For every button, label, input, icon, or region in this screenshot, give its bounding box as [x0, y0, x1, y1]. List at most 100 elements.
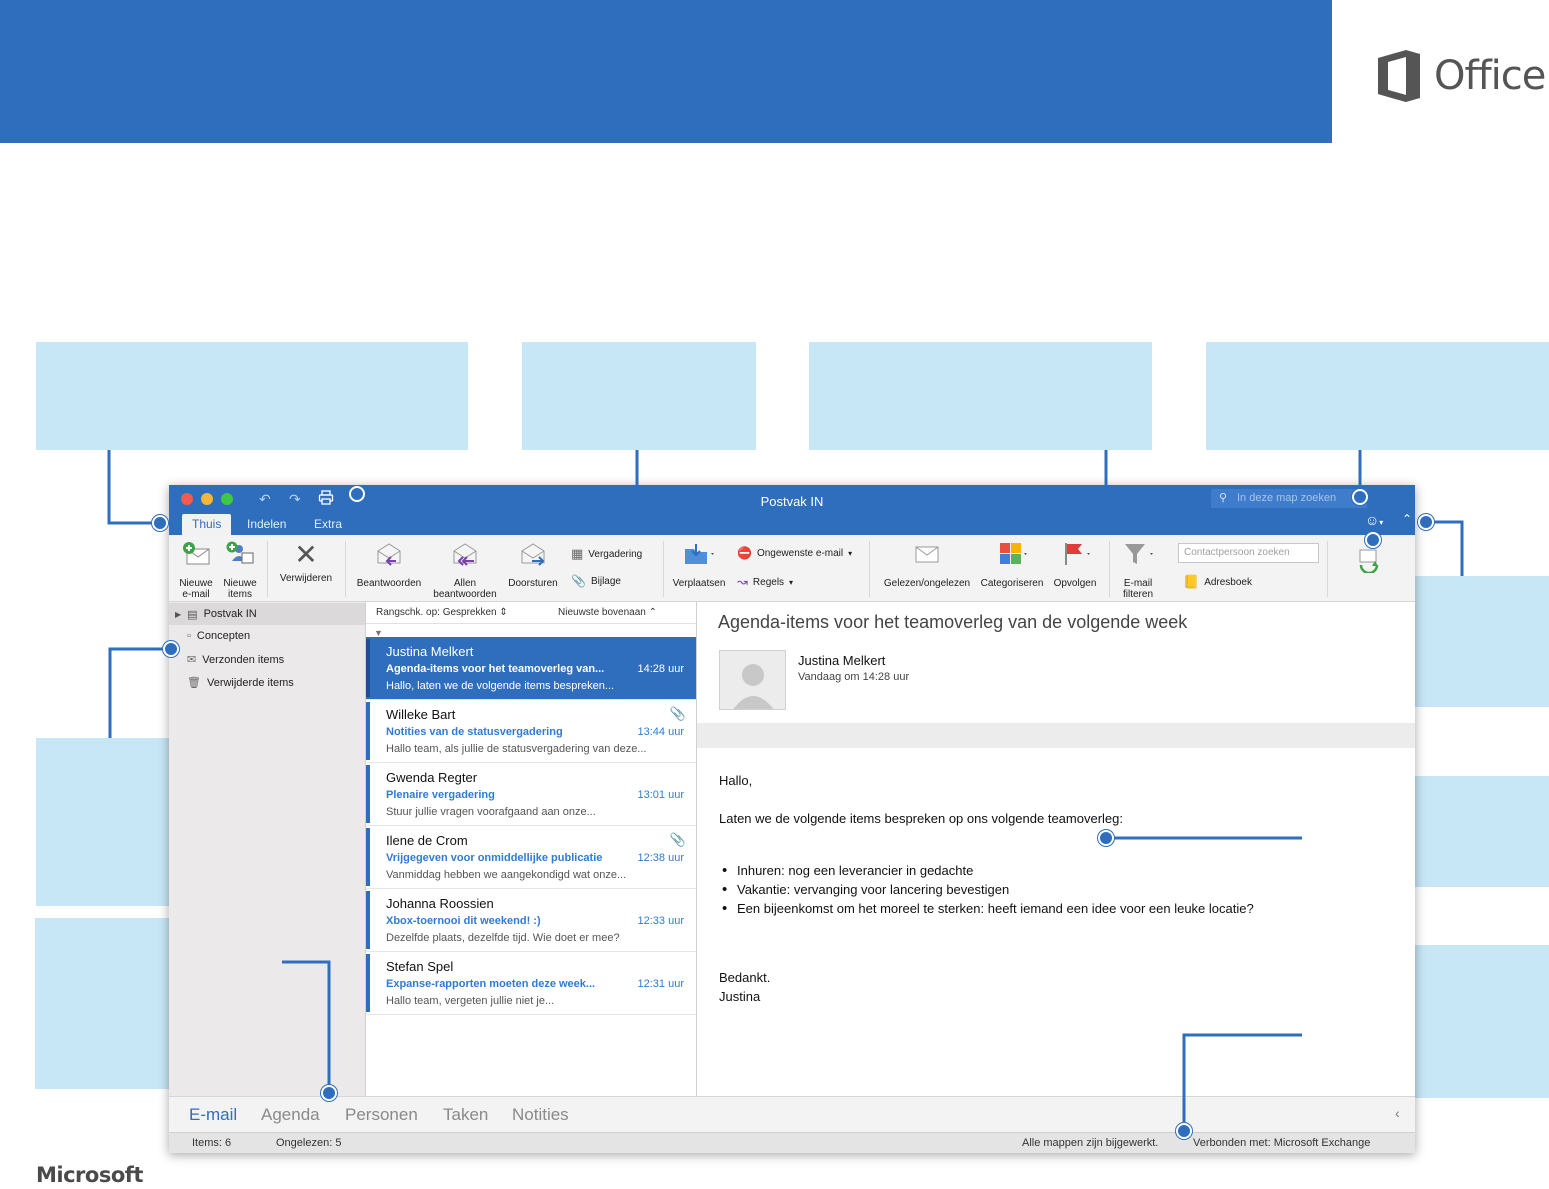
new-items-button[interactable]: Nieuwe items: [219, 541, 261, 600]
message-preview: Stuur jullie vragen voorafgaand aan onze…: [386, 806, 596, 818]
message-list-item[interactable]: Ilene de Crom Vrijgegeven voor onmiddelli…: [366, 826, 696, 889]
message-preview: Dezelfde plaats, dezelfde tijd. Wie doet…: [386, 932, 620, 944]
paperclip-icon: 📎: [669, 832, 686, 847]
reply-all-button[interactable]: Allen beantwoorden: [429, 541, 501, 600]
sort-order-label: Nieuwste bovenaan: [558, 607, 646, 618]
address-book-icon: 📒: [1183, 574, 1200, 589]
filter-icon: [1115, 541, 1161, 574]
chevron-up-icon: ⌃: [648, 607, 658, 618]
expand-arrow-icon: ▶: [175, 609, 182, 619]
folder-item-sent[interactable]: ✉ Verzonden items: [187, 653, 284, 667]
contact-search-input[interactable]: Contactpersoon zoeken: [1178, 543, 1319, 563]
message-list-item[interactable]: Stefan Spel Expanse-rapporten moeten deze…: [366, 952, 696, 1015]
nav-email[interactable]: E-mail: [189, 1105, 237, 1125]
new-email-button[interactable]: Nieuwe e-mail: [175, 541, 217, 600]
office-logo: Office: [1376, 48, 1546, 104]
message-list-item[interactable]: Gwenda Regter Plenaire vergadering 13:01 u…: [366, 763, 696, 826]
junk-label: Ongewenste e-mail: [756, 547, 844, 559]
folder-item-deleted[interactable]: 🗑 Verwijderde items: [187, 676, 294, 690]
delete-label: Verwijderen: [279, 573, 333, 584]
filter-email-button[interactable]: E-mail filteren: [1115, 541, 1161, 600]
move-folder-icon: [667, 541, 731, 574]
message-subject-line: Expanse-rapporten moeten deze week...: [386, 978, 596, 990]
message-subject-line: Vrijgegeven voor onmiddellijke publicati…: [386, 852, 603, 864]
reply-button[interactable]: Beantwoorden: [353, 541, 425, 589]
categorize-button[interactable]: Categoriseren: [977, 541, 1047, 589]
callout-box-3: [809, 342, 1152, 450]
feedback-smiley-icon[interactable]: ☺▾: [1365, 512, 1383, 528]
read-unread-button[interactable]: Gelezen/ongelezen: [879, 541, 975, 589]
message-time: 12:31 uur: [637, 978, 684, 990]
callout-box-4: [1206, 342, 1549, 450]
collapse-ribbon-icon[interactable]: ⌃: [1402, 512, 1412, 526]
folder-search-input[interactable]: ⚲ In deze map zoeken: [1211, 489, 1367, 508]
new-email-label: Nieuwe e-mail: [179, 578, 213, 600]
meeting-button[interactable]: ▦ Vergadering: [571, 546, 642, 562]
reading-pane: Agenda-items voor het teamoverleg van de…: [697, 602, 1415, 1096]
sort-bar: Rangschk. op: Gesprekken ⇕ Nieuwste bove…: [366, 602, 696, 624]
callout-dot: [1365, 532, 1381, 548]
paperclip-icon: 📎: [669, 706, 686, 721]
message-from: Willeke Bart: [386, 707, 456, 722]
inbox-icon: ▤: [187, 608, 198, 621]
message-preview: Hallo team, als jullie de statusvergader…: [386, 743, 647, 755]
ribbon-separator: [1327, 541, 1328, 597]
status-items: Items: 6: [192, 1137, 232, 1149]
message-list-item[interactable]: Justina Melkert Agenda-items voor het tea…: [366, 637, 696, 700]
sync-button[interactable]: [1355, 545, 1383, 578]
delete-icon: ✕: [294, 539, 318, 570]
header-banner: [0, 0, 1332, 143]
meeting-label: Vergadering: [588, 548, 643, 560]
callout-dot: [1418, 514, 1434, 530]
move-button[interactable]: Verplaatsen: [667, 541, 731, 589]
message-from: Justina Melkert: [386, 644, 474, 659]
read-unread-label: Gelezen/ongelezen: [883, 578, 971, 589]
junk-email-button[interactable]: ⛔ Ongewenste e-mail ▾: [737, 546, 852, 560]
callout-dot: [1176, 1123, 1192, 1139]
message-indicator-bar: [366, 954, 370, 1012]
search-icon: ⚲: [1219, 492, 1228, 504]
ribbon: Nieuwe e-mail Nieuwe items ✕ Verwijderen…: [169, 535, 1415, 602]
folder-item-drafts[interactable]: ▫ Concepten: [187, 630, 250, 642]
delete-button[interactable]: ✕ Verwijderen: [275, 539, 337, 585]
message-closing: Bedankt.: [719, 970, 771, 985]
message-bullet: Een bijeenkomst om het moreel te sterken…: [722, 900, 1254, 917]
nav-personen[interactable]: Personen: [345, 1105, 418, 1125]
tab-thuis[interactable]: Thuis: [182, 514, 232, 535]
categorize-label: Categoriseren: [980, 578, 1044, 589]
message-from: Gwenda Regter: [386, 770, 478, 785]
message-list-item[interactable]: Willeke Bart Notities van de statusvergad…: [366, 700, 696, 763]
avatar: [719, 650, 786, 710]
nav-taken[interactable]: Taken: [443, 1105, 488, 1125]
folder-item-inbox[interactable]: ▶ ▤ Postvak IN: [169, 603, 365, 625]
sort-dropdown[interactable]: Rangschk. op: Gesprekken ⇕: [376, 607, 508, 618]
address-book-button[interactable]: 📒 Adresboek: [1183, 574, 1252, 590]
up-down-icon: ⇕: [499, 607, 508, 618]
sort-order-dropdown[interactable]: Nieuwste bovenaan ⌃: [558, 607, 657, 618]
forward-label: Doorsturen: [508, 578, 558, 589]
microsoft-wordmark: Microsoft: [36, 1163, 143, 1187]
message-greeting: Hallo,: [719, 773, 753, 788]
follow-up-button[interactable]: Opvolgen: [1049, 541, 1101, 589]
folder-search-placeholder: In deze map zoeken: [1237, 492, 1337, 504]
message-subject-line: Xbox-toernooi dit weekend! :): [386, 915, 541, 927]
ribbon-separator: [267, 541, 268, 597]
junk-icon: ⛔: [737, 546, 752, 560]
rules-button[interactable]: ↝ Regels ▾: [737, 574, 793, 590]
message-list-item[interactable]: Johanna Roossien Xbox-toernooi dit weeken…: [366, 889, 696, 952]
chevron-left-icon[interactable]: ‹: [1395, 1105, 1400, 1121]
message-indicator-bar: [366, 702, 370, 760]
message-indicator-bar: [366, 828, 370, 886]
nav-notities[interactable]: Notities: [512, 1105, 569, 1125]
message-indicator-bar: [366, 891, 370, 949]
attachment-button[interactable]: 📎 Bijlage: [571, 574, 621, 588]
callout-box-1: [36, 342, 468, 450]
tab-extra[interactable]: Extra: [304, 514, 352, 535]
tab-indelen[interactable]: Indelen: [237, 514, 296, 535]
message-preview: Hallo, laten we de volgende items bespre…: [386, 680, 615, 692]
nav-agenda[interactable]: Agenda: [261, 1105, 320, 1125]
ribbon-separator: [345, 541, 346, 597]
status-connected: Verbonden met: Microsoft Exchange: [1193, 1137, 1371, 1149]
forward-button[interactable]: Doorsturen: [501, 541, 565, 589]
forward-icon: [501, 541, 565, 574]
